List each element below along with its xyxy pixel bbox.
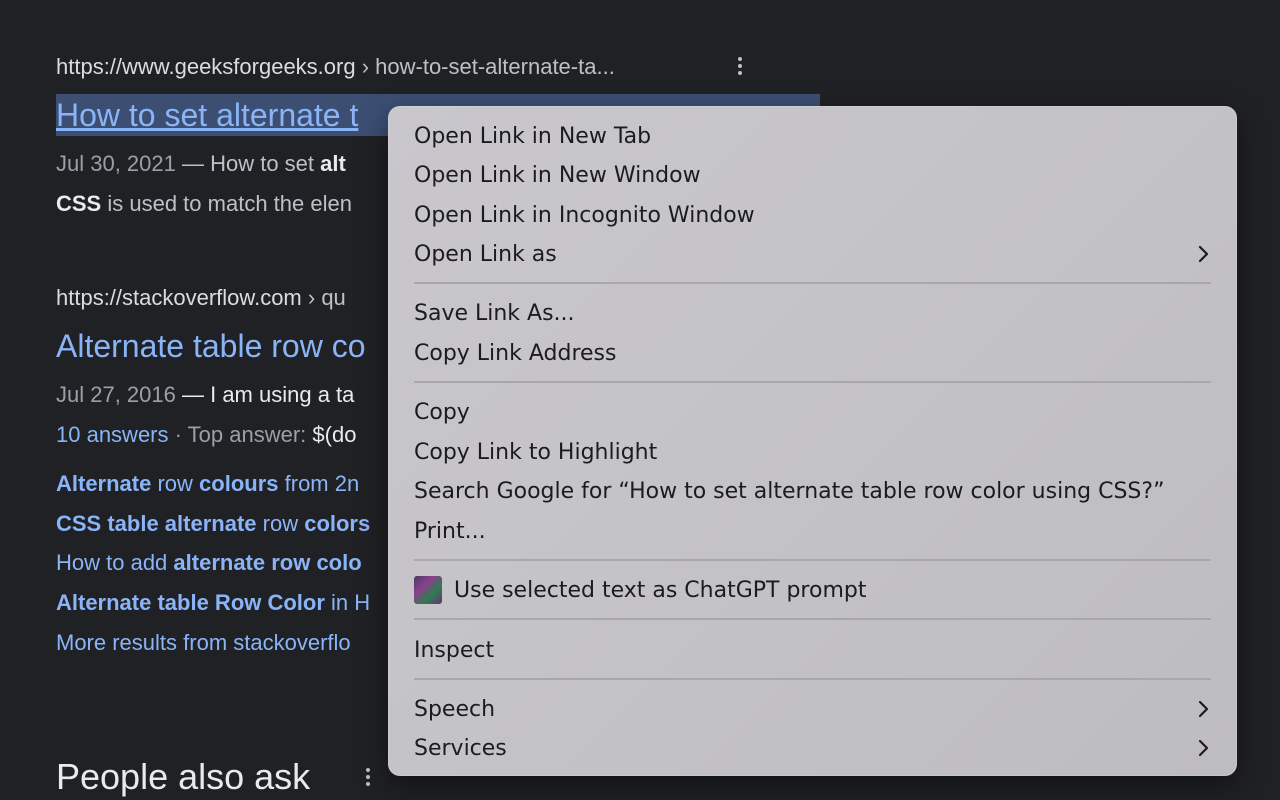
sitelink-4-bold: Alternate table Row Color: [56, 590, 325, 615]
result-1-snippet-line1: Jul 30, 2021 — How to set alt: [56, 151, 346, 177]
menu-item-label: Open Link in New Window: [414, 162, 701, 188]
menu-item-open-incognito[interactable]: Open Link in Incognito Window: [414, 197, 1211, 233]
sitelink-2-text: row: [256, 511, 305, 536]
menu-item-open-new-window[interactable]: Open Link in New Window: [414, 157, 1211, 193]
menu-item-chatgpt-prompt[interactable]: Use selected text as ChatGPT prompt: [414, 572, 1211, 608]
result-1-date: Jul 30, 2021: [56, 151, 176, 176]
result-1-snippet-bold: alt: [320, 151, 346, 176]
menu-item-label: Inspect: [414, 637, 495, 663]
menu-item-copy-link-address[interactable]: Copy Link Address: [414, 335, 1211, 371]
menu-item-label: Services: [414, 735, 507, 761]
menu-separator: [414, 678, 1211, 680]
menu-item-label: Speech: [414, 696, 496, 722]
people-also-ask-more-icon[interactable]: [356, 765, 380, 789]
chevron-right-icon: [1198, 739, 1209, 757]
result-1-path: › how-to-set-alternate-ta...: [355, 54, 615, 79]
result-1-cite: https://www.geeksforgeeks.org › how-to-s…: [56, 54, 615, 80]
result-1-snippet-text: — How to set: [175, 151, 321, 176]
menu-separator: [414, 282, 1211, 284]
menu-item-label: Copy Link to Highlight: [414, 439, 658, 465]
sitelink-2-bold: CSS table alternate: [56, 511, 257, 536]
menu-item-services[interactable]: Services: [414, 730, 1211, 766]
menu-item-print[interactable]: Print...: [414, 513, 1211, 549]
result-2-date: Jul 27, 2016: [56, 382, 176, 407]
sitelink-3-bold: alternate row colo: [173, 550, 362, 575]
sitelink-1-text-2: from 2n: [278, 471, 360, 496]
chevron-right-icon: [1198, 245, 1209, 263]
more-results-link[interactable]: More results from stackoverflo: [56, 630, 351, 656]
menu-item-speech[interactable]: Speech: [414, 691, 1211, 727]
result-1-snippet-line2: CSS is used to match the elen: [56, 191, 352, 217]
menu-item-label: Copy Link Address: [414, 340, 617, 366]
top-answer-text: $(do: [312, 422, 357, 447]
menu-item-label: Open Link as: [414, 241, 557, 267]
sitelink-4-text: in H: [324, 590, 371, 615]
menu-separator: [414, 381, 1211, 383]
menu-separator: [414, 559, 1211, 561]
result-2-title-link[interactable]: Alternate table row co: [56, 328, 366, 365]
menu-item-label: Search Google for “How to set alternate …: [414, 478, 1165, 504]
result-1-more-icon[interactable]: [728, 54, 752, 78]
result-2-domain: https://stackoverflow.com: [56, 285, 302, 310]
sitelink-2-bold-2: colors: [304, 511, 371, 536]
result-1-snippet-bold-2: CSS: [56, 191, 102, 216]
result-1-domain: https://www.geeksforgeeks.org: [56, 54, 356, 79]
sitelink-1-bold-2: colours: [199, 471, 279, 496]
menu-item-label: Open Link in New Tab: [414, 123, 652, 149]
result-2-snippet-text: — I am using a ta: [175, 382, 355, 407]
result-2-answers: 10 answers · Top answer: $(do: [56, 422, 356, 448]
menu-item-label: Copy: [414, 399, 470, 425]
people-also-ask-heading: People also ask: [56, 756, 311, 797]
result-2-snippet: Jul 27, 2016 — I am using a ta: [56, 382, 354, 408]
sitelink-3-text: How to add: [56, 550, 174, 575]
answers-count-link[interactable]: 10 answers: [56, 422, 169, 447]
menu-item-label: Print...: [414, 518, 486, 544]
sitelink-3[interactable]: How to add alternate row colo: [56, 550, 362, 576]
sitelink-2[interactable]: CSS table alternate row colors: [56, 511, 370, 537]
menu-item-inspect[interactable]: Inspect: [414, 632, 1211, 668]
menu-item-search-google[interactable]: Search Google for “How to set alternate …: [414, 473, 1211, 509]
menu-item-save-link-as[interactable]: Save Link As...: [414, 295, 1211, 331]
sitelink-1-text: row: [151, 471, 200, 496]
menu-item-copy-link-to-highlight[interactable]: Copy Link to Highlight: [414, 434, 1211, 470]
menu-item-copy[interactable]: Copy: [414, 394, 1211, 430]
sitelink-4[interactable]: Alternate table Row Color in H: [56, 590, 370, 616]
result-1-snippet-text-2: is used to match the elen: [101, 191, 352, 216]
chevron-right-icon: [1198, 700, 1209, 718]
top-answer-label: · Top answer:: [168, 422, 313, 447]
result-2-cite: https://stackoverflow.com › qu: [56, 285, 346, 311]
menu-separator: [414, 618, 1211, 620]
chatgpt-extension-icon: [414, 576, 442, 604]
result-1-title-link[interactable]: How to set alternate t: [56, 97, 358, 134]
context-menu: Open Link in New Tab Open Link in New Wi…: [388, 106, 1237, 776]
menu-item-open-link-as[interactable]: Open Link as: [414, 236, 1211, 272]
sitelink-1[interactable]: Alternate row colours from 2n: [56, 471, 359, 497]
sitelink-1-bold: Alternate: [56, 471, 152, 496]
menu-item-label: Use selected text as ChatGPT prompt: [454, 577, 867, 603]
result-2-path: › qu: [301, 285, 346, 310]
menu-item-label: Save Link As...: [414, 300, 575, 326]
menu-item-open-new-tab[interactable]: Open Link in New Tab: [414, 118, 1211, 154]
menu-item-label: Open Link in Incognito Window: [414, 202, 755, 228]
